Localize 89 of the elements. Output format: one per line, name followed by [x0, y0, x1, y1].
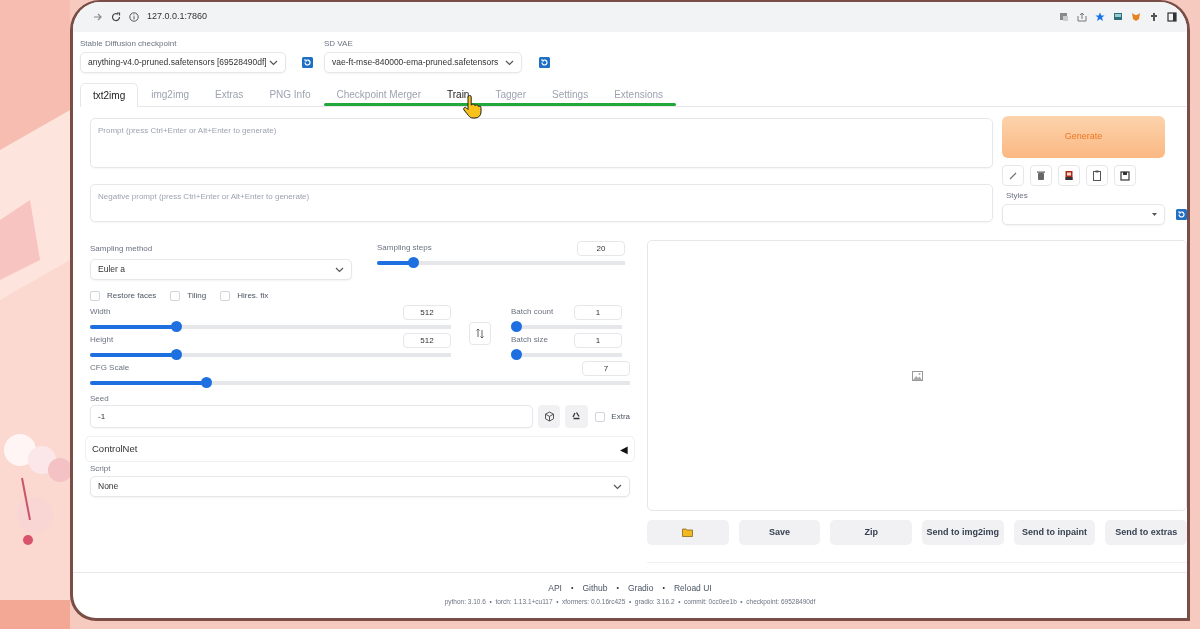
- clipboard-icon: [1092, 170, 1102, 181]
- accordion-header[interactable]: ControlNet ◀: [85, 436, 635, 462]
- action-button[interactable]: Zip: [830, 520, 912, 545]
- share-icon[interactable]: [1077, 12, 1087, 22]
- refresh-button[interactable]: [1176, 209, 1187, 220]
- field-label: CFG Scale: [90, 362, 130, 374]
- footer-link[interactable]: Github: [582, 582, 608, 595]
- checkbox-label: Tiling: [187, 290, 207, 302]
- field-label: Sampling method: [90, 243, 154, 255]
- action-button[interactable]: Save: [738, 520, 821, 545]
- card-icon: [1064, 170, 1074, 181]
- slider-thumb[interactable]: [201, 377, 213, 388]
- dice-icon: [543, 411, 555, 422]
- action-button[interactable]: Send to inpaint: [1013, 520, 1096, 545]
- trash-icon: [1036, 170, 1046, 181]
- tool-button[interactable]: [1114, 165, 1136, 186]
- field-label: Stable Diffusion checkpoint: [80, 38, 178, 50]
- script-select[interactable]: None: [90, 476, 630, 497]
- field-label: Width: [90, 306, 111, 318]
- fox-icon[interactable]: [1131, 12, 1141, 22]
- slider-thumb[interactable]: [170, 321, 182, 332]
- footer-link[interactable]: Gradio: [627, 582, 654, 595]
- seed-field[interactable]: -1: [90, 405, 533, 428]
- negative-prompt-field[interactable]: Negative prompt (press Ctrl+Enter or Alt+Enter to generate): [90, 183, 993, 222]
- save-icon: [1120, 170, 1130, 181]
- translate-icon[interactable]: [1059, 12, 1069, 22]
- checkpoint-select[interactable]: anything-v4.0-pruned.safetensors [69528490df]: [80, 52, 286, 73]
- checkbox-label: Restore faces: [107, 290, 157, 302]
- field-label: SD VAE: [324, 38, 354, 50]
- reload-icon[interactable]: [111, 12, 121, 22]
- action-button[interactable]: Send to img2img: [922, 520, 1004, 545]
- slider-track[interactable]: [511, 321, 622, 332]
- tool-button[interactable]: [1030, 165, 1052, 186]
- swap-icon: [476, 327, 484, 339]
- chevron-icon: [505, 59, 514, 66]
- field-label: Batch count: [511, 306, 554, 318]
- prompt-field[interactable]: Prompt (press Ctrl+Enter or Alt+Enter to generate): [90, 118, 993, 168]
- number-field[interactable]: 1: [574, 305, 622, 320]
- slider-thumb[interactable]: [511, 349, 522, 360]
- sidebar-icon[interactable]: [1167, 12, 1177, 22]
- checkbox[interactable]: [220, 291, 231, 301]
- forward-icon[interactable]: [93, 12, 103, 22]
- slider-thumb[interactable]: [511, 321, 522, 332]
- info-icon[interactable]: [129, 12, 139, 22]
- slider-track[interactable]: [511, 349, 622, 360]
- refresh-button[interactable]: [539, 57, 550, 68]
- checkbox[interactable]: [595, 411, 606, 422]
- number-field[interactable]: 512: [403, 333, 451, 348]
- field-label: Batch size: [511, 334, 548, 346]
- pencil-icon: [1008, 170, 1018, 181]
- dice-button[interactable]: [537, 405, 561, 428]
- field-label: Styles: [1006, 190, 1029, 202]
- number-field[interactable]: 20: [577, 241, 625, 256]
- chevron-icon: [613, 483, 622, 490]
- slider-thumb[interactable]: [407, 257, 419, 268]
- field-label: Script: [90, 463, 112, 475]
- sampling-method-select[interactable]: Euler a: [90, 259, 352, 280]
- number-field[interactable]: 7: [582, 361, 630, 376]
- action-button[interactable]: Send to extras: [1105, 520, 1187, 545]
- field-label: Sampling steps: [377, 242, 432, 254]
- tool-button[interactable]: [1086, 165, 1108, 186]
- star-icon[interactable]: [1095, 12, 1105, 22]
- tab[interactable]: txt2img: [80, 83, 139, 107]
- checkbox-label: Hires. fix: [237, 290, 269, 302]
- footer-link[interactable]: Reload UI: [673, 582, 712, 595]
- checkbox[interactable]: [170, 291, 181, 301]
- folder-icon: [682, 528, 694, 537]
- footer-link[interactable]: API: [548, 582, 562, 595]
- image-icon: [911, 370, 923, 381]
- chevron-icon: [335, 266, 344, 273]
- checkbox-label: Extra: [611, 410, 630, 423]
- refresh-icon: [302, 57, 313, 68]
- refresh-icon: [539, 57, 550, 68]
- refresh-icon: [1176, 209, 1187, 220]
- checkbox[interactable]: [90, 291, 100, 301]
- field-label: Seed: [90, 393, 110, 405]
- number-field[interactable]: 1: [574, 333, 622, 348]
- dropdown-icon: [1152, 213, 1157, 216]
- extension-icon[interactable]: [1113, 12, 1123, 22]
- vae-select[interactable]: vae-ft-mse-840000-ema-pruned.safetensors: [324, 52, 522, 73]
- number-field[interactable]: 512: [403, 305, 451, 320]
- slider-thumb[interactable]: [170, 349, 182, 360]
- tool-button[interactable]: [1058, 165, 1080, 186]
- field-label: Height: [90, 334, 114, 346]
- tab[interactable]: Train: [434, 84, 483, 103]
- chevron-icon: [269, 59, 278, 66]
- refresh-button[interactable]: [302, 57, 313, 68]
- recycle-button[interactable]: [565, 405, 589, 428]
- address-text: 127.0.0.1:7860: [147, 10, 208, 24]
